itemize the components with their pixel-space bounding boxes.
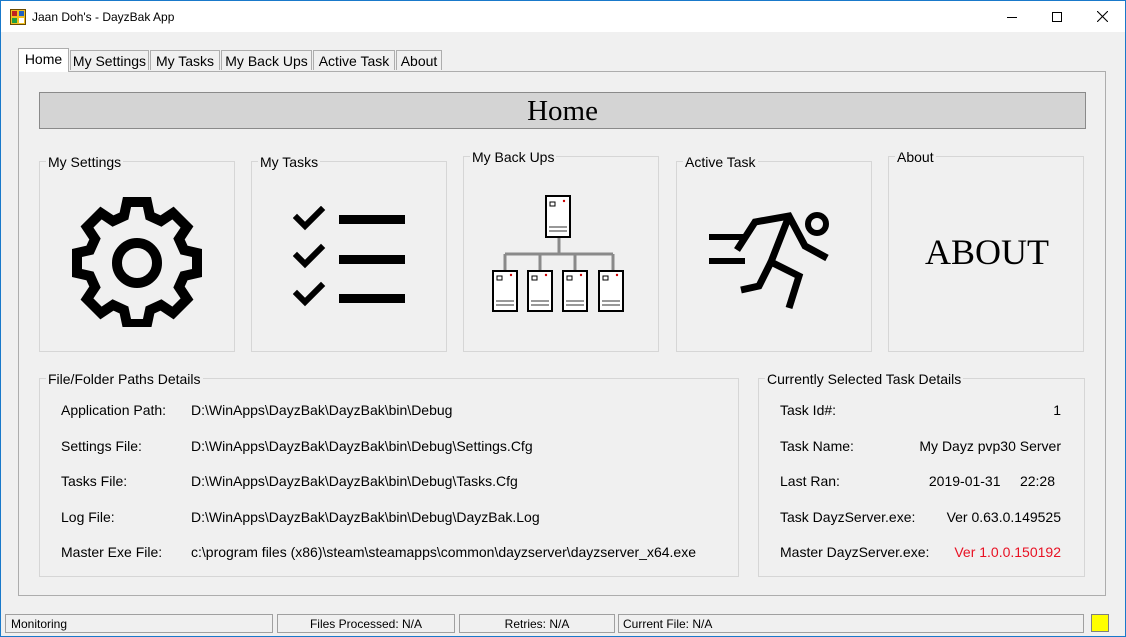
maximize-button[interactable] [1034, 1, 1080, 32]
page-title: Home [39, 92, 1086, 129]
task-dayzserver-value: Ver 0.63.0.149525 [946, 509, 1061, 525]
tab-my-settings[interactable]: My Settings [70, 50, 149, 70]
task-details-title: Currently Selected Task Details [765, 371, 964, 387]
task-name-label: Task Name: [780, 438, 854, 454]
master-exe-file-value: c:\program files (x86)\steam\steamapps\c… [191, 544, 696, 560]
master-exe-file-label: Master Exe File: [61, 544, 163, 560]
minimize-icon [1007, 16, 1017, 18]
status-bar: Monitoring Files Processed: N/A Retries:… [1, 612, 1125, 636]
tab-my-tasks[interactable]: My Tasks [150, 50, 220, 70]
server-network-icon[interactable] [490, 194, 628, 314]
application-path-label: Application Path: [61, 402, 167, 418]
log-file-label: Log File: [61, 509, 115, 525]
settings-file-label: Settings File: [61, 438, 142, 454]
tab-my-back-ups[interactable]: My Back Ups [221, 50, 312, 70]
tasks-file-value: D:\WinApps\DayzBak\DayzBak\bin\Debug\Tas… [191, 473, 518, 489]
tile-about-label: About [895, 149, 936, 165]
status-indicator [1091, 614, 1109, 632]
tile-active-task-label: Active Task [683, 154, 758, 170]
checklist-icon[interactable] [293, 206, 407, 310]
status-current-file: Current File: N/A [618, 614, 1084, 633]
master-dayzserver-label: Master DayzServer.exe: [780, 544, 930, 560]
title-bar[interactable]: Jaan Doh's - DayzBak App [1, 1, 1125, 32]
close-icon [1096, 11, 1108, 22]
task-name-value: My Dayz pvp30 Server [919, 438, 1061, 454]
status-files-processed: Files Processed: N/A [277, 614, 455, 633]
last-ran-value: 2019-01-31 22:28 [928, 473, 1055, 489]
minimize-button[interactable] [989, 1, 1035, 32]
gear-icon[interactable] [71, 193, 203, 327]
master-dayzserver-value: Ver 1.0.0.150192 [954, 544, 1061, 560]
about-text[interactable]: ABOUT [889, 231, 1085, 273]
last-ran-label: Last Ran: [780, 473, 840, 489]
settings-file-value: D:\WinApps\DayzBak\DayzBak\bin\Debug\Set… [191, 438, 533, 454]
task-dayzserver-label: Task DayzServer.exe: [780, 509, 916, 525]
task-id-value: 1 [1053, 402, 1061, 418]
application-path-value: D:\WinApps\DayzBak\DayzBak\bin\Debug [191, 402, 453, 418]
tab-home[interactable]: Home [18, 48, 69, 72]
tile-my-tasks-label: My Tasks [258, 154, 321, 170]
tile-my-back-ups-label: My Back Ups [470, 149, 557, 165]
tab-active-task[interactable]: Active Task [313, 50, 395, 70]
paths-group-title: File/Folder Paths Details [46, 371, 203, 387]
task-id-label: Task Id#: [780, 402, 837, 418]
log-file-value: D:\WinApps\DayzBak\DayzBak\bin\Debug\Day… [191, 509, 540, 525]
maximize-icon [1052, 11, 1062, 22]
status-retries: Retries: N/A [459, 614, 615, 633]
tasks-file-label: Tasks File: [61, 473, 128, 489]
app-window: Jaan Doh's - DayzBak App Home My Setting… [0, 0, 1126, 637]
status-state: Monitoring [5, 614, 273, 633]
window-title: Jaan Doh's - DayzBak App [32, 10, 175, 24]
tab-about[interactable]: About [396, 50, 442, 70]
tile-my-settings-label: My Settings [46, 154, 124, 170]
running-man-icon[interactable] [707, 206, 833, 310]
app-icon [10, 9, 26, 25]
close-button[interactable] [1079, 1, 1125, 32]
